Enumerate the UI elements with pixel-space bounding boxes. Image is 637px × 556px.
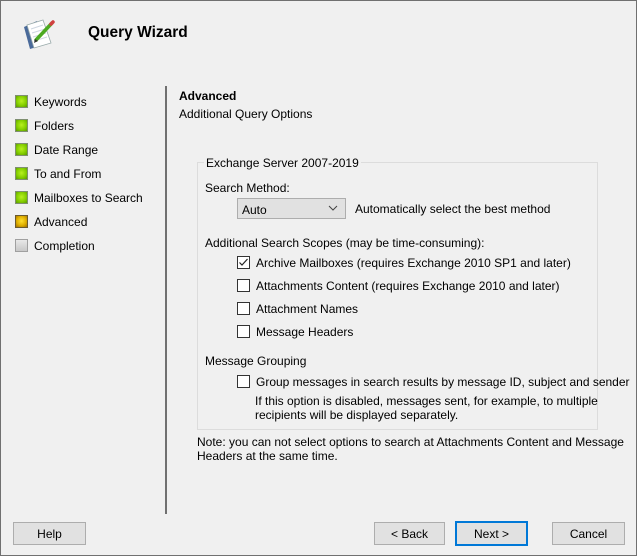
status-done-icon (15, 190, 28, 204)
wizard-steps: Keywords Folders Date Range To and From … (15, 90, 143, 258)
attachments-content-label: Attachments Content (requires Exchange 2… (256, 279, 560, 293)
step-date-range: Date Range (15, 138, 143, 162)
attachment-names-label: Attachment Names (256, 302, 359, 316)
status-done-icon (15, 142, 28, 156)
step-label: Advanced (34, 215, 88, 229)
section-title: Advanced (179, 89, 237, 103)
grouping-hint-line-2: recipients will be displayed separately. (255, 408, 459, 422)
section-subtitle: Additional Query Options (179, 107, 313, 121)
step-to-and-from: To and From (15, 162, 143, 186)
step-label: Completion (34, 239, 95, 253)
divider (165, 86, 167, 514)
group-messages-checkbox[interactable] (237, 375, 250, 388)
step-label: Folders (34, 119, 75, 133)
help-button[interactable]: Help (13, 522, 86, 545)
next-button[interactable]: Next > (455, 521, 528, 546)
step-label: Mailboxes to Search (34, 191, 143, 205)
attachment-names-checkbox[interactable] (237, 302, 250, 315)
status-done-icon (15, 118, 28, 132)
status-current-icon (15, 214, 28, 228)
step-folders: Folders (15, 114, 143, 138)
scopes-label: Additional Search Scopes (may be time-co… (205, 236, 485, 250)
status-done-icon (15, 166, 28, 180)
message-grouping-label: Message Grouping (205, 354, 307, 368)
archive-mailboxes-label: Archive Mailboxes (requires Exchange 201… (256, 256, 571, 270)
attachments-content-checkbox[interactable] (237, 279, 250, 292)
message-headers-label: Message Headers (256, 325, 354, 339)
note-line-2: Headers at the same time. (197, 449, 338, 463)
grouping-hint-line-1: If this option is disabled, messages sen… (255, 394, 598, 408)
status-done-icon (15, 94, 28, 108)
step-label: To and From (34, 167, 102, 181)
back-button[interactable]: < Back (374, 522, 445, 545)
chevron-down-icon (327, 202, 339, 214)
search-method-value: Auto (242, 203, 267, 217)
note-line-1: Note: you can not select options to sear… (197, 435, 624, 449)
notepad-pencil-icon (21, 17, 57, 51)
step-advanced: Advanced (15, 210, 143, 234)
search-method-label: Search Method: (205, 181, 290, 195)
step-keywords: Keywords (15, 90, 143, 114)
message-headers-checkbox[interactable] (237, 325, 250, 338)
step-mailboxes: Mailboxes to Search (15, 186, 143, 210)
step-label: Keywords (34, 95, 87, 109)
archive-mailboxes-checkbox[interactable] (237, 256, 250, 269)
status-pending-icon (15, 238, 28, 252)
group-messages-label: Group messages in search results by mess… (256, 375, 630, 389)
step-label: Date Range (34, 143, 99, 157)
cancel-button[interactable]: Cancel (552, 522, 625, 545)
wizard-title: Query Wizard (88, 24, 188, 41)
group-legend: Exchange Server 2007-2019 (204, 156, 361, 170)
step-completion: Completion (15, 234, 143, 258)
checkmark-icon (239, 258, 248, 266)
search-method-select[interactable]: Auto (237, 198, 346, 219)
search-method-hint: Automatically select the best method (355, 202, 551, 216)
